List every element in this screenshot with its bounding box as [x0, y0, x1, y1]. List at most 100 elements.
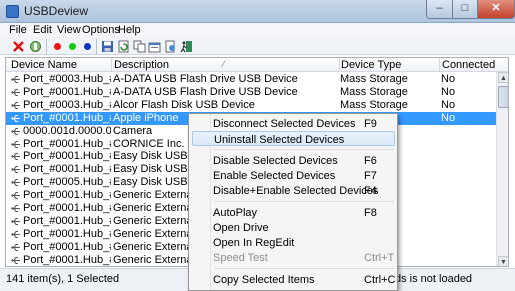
connected-cell: No	[441, 111, 456, 124]
disconnect-icon[interactable]	[29, 40, 42, 53]
menu-separator	[214, 268, 394, 269]
connected-cell	[441, 138, 491, 151]
usb-device-icon	[11, 114, 20, 122]
column-connected[interactable]: Connected	[442, 59, 495, 71]
menu-edit[interactable]: Edit	[33, 24, 52, 36]
connected-cell: No	[441, 98, 456, 111]
column-description[interactable]: Description	[114, 59, 169, 71]
usb-device-icon	[11, 179, 20, 187]
menu-item-shortcut: Ctrl+T	[364, 252, 395, 264]
device-name-cell: Port_#0001.Hub_#0007	[23, 150, 111, 163]
menu-item-shortcut: F8	[364, 207, 377, 219]
usb-device-icon	[11, 127, 20, 135]
toolbar-separator	[46, 39, 47, 54]
scroll-up-arrow-icon[interactable]: ▲	[498, 72, 508, 83]
menu-item-label: Copy Selected Items	[213, 274, 315, 286]
description-cell: Alcor Flash Disk USB Device	[113, 98, 255, 111]
usb-device-icon	[11, 192, 20, 200]
close-button[interactable]: ✕	[477, 0, 515, 19]
menu-item-label: Disable Selected Devices	[213, 155, 338, 167]
save-icon[interactable]	[101, 40, 114, 53]
usb-device-icon	[11, 75, 20, 84]
device-name-cell: Port_#0001.Hub_#0007	[23, 202, 111, 214]
column-divider[interactable]	[111, 58, 112, 72]
connected-cell	[441, 125, 491, 138]
connected-cell	[441, 241, 491, 254]
status-item-count: 141 item(s), 1 Selected	[6, 273, 120, 285]
column-divider[interactable]	[439, 58, 440, 72]
context-menu-item-uninstall-selected-devices[interactable]: Uninstall Selected Devices	[192, 131, 395, 146]
green-dot-icon[interactable]	[66, 40, 79, 53]
context-menu-item-disconnect-selected-devices[interactable]: Disconnect Selected Devices F9	[192, 116, 395, 131]
context-menu-item-disable-enable-selected-devices[interactable]: Disable+Enable Selected Devices F4	[192, 183, 395, 198]
device-name-cell: Port_#0001.Hub_#0007	[23, 111, 111, 124]
connected-cell	[441, 189, 491, 202]
device-type-cell: Mass Storage	[340, 98, 408, 111]
blue-dot-icon[interactable]	[81, 40, 94, 53]
scroll-thumb[interactable]	[498, 86, 508, 108]
device-name-cell: Port_#0001.Hub_#0007	[23, 253, 111, 266]
delete-x-icon[interactable]	[12, 40, 25, 53]
usb-device-icon	[11, 243, 20, 251]
menu-item-shortcut: Ctrl+C	[364, 274, 396, 286]
context-menu-item-enable-selected-devices[interactable]: Enable Selected Devices F7	[192, 168, 395, 183]
device-row[interactable]: Port_#0001.Hub_#0007A-DATA USB Flash Dri…	[6, 86, 496, 99]
context-menu-item-html-report-all-items[interactable]: HTML Report - All Items	[192, 287, 395, 290]
menu-item-label: Uninstall Selected Devices	[214, 134, 345, 146]
menu-item-label: Open In RegEdit	[213, 237, 295, 249]
context-menu-item-disable-selected-devices[interactable]: Disable Selected Devices F6	[192, 153, 395, 168]
menu-item-label: AutoPlay	[213, 207, 258, 219]
device-row[interactable]: Port_#0003.Hub_#0007A-DATA USB Flash Dri…	[6, 73, 496, 86]
red-dot-icon[interactable]	[51, 40, 64, 53]
menu-item-shortcut: F6	[364, 155, 377, 167]
menu-help[interactable]: Help	[118, 24, 141, 36]
window-title: USBDeview	[24, 4, 89, 18]
column-device-type[interactable]: Device Type	[341, 59, 401, 71]
minimize-button[interactable]: –	[426, 0, 453, 19]
description-cell: A-DATA USB Flash Drive USB Device	[113, 73, 298, 85]
column-divider[interactable]	[339, 58, 340, 72]
copy-icon[interactable]	[133, 40, 146, 53]
connected-cell: No	[441, 73, 456, 85]
vertical-scrollbar[interactable]: ▲ ▼	[496, 72, 508, 266]
exit-icon[interactable]	[180, 40, 193, 53]
menu-item-label: Speed Test	[213, 252, 268, 264]
refresh-icon[interactable]	[117, 40, 130, 53]
menu-separator	[214, 149, 394, 150]
properties-icon[interactable]	[148, 40, 161, 53]
menu-options[interactable]: Options	[82, 24, 120, 36]
device-name-cell: Port_#0001.Hub_#0007	[23, 137, 111, 150]
html-report-icon[interactable]	[164, 40, 177, 53]
connected-cell	[441, 176, 491, 189]
context-menu-item-open-in-regedit[interactable]: Open In RegEdit	[192, 235, 395, 250]
device-name-cell: Port_#0001.Hub_#0007	[23, 240, 111, 253]
menu-file[interactable]: File	[9, 24, 27, 36]
scroll-down-arrow-icon[interactable]: ▼	[498, 256, 508, 266]
context-menu: Disconnect Selected Devices F9 Uninstall S…	[188, 113, 398, 291]
context-menu-item-copy-selected-items[interactable]: Copy Selected Items Ctrl+C	[192, 272, 395, 287]
usb-device-icon	[11, 140, 20, 148]
connected-cell	[441, 150, 491, 163]
toolbar	[0, 37, 515, 55]
context-menu-item-autoplay[interactable]: AutoPlay F8	[192, 205, 395, 220]
usb-device-icon	[11, 101, 20, 109]
column-device-name[interactable]: Device Name	[11, 59, 77, 71]
context-menu-item-open-drive[interactable]: Open Drive	[192, 220, 395, 235]
device-type-cell: Mass Storage	[340, 85, 408, 98]
menu-item-shortcut: F7	[364, 170, 377, 182]
device-name-cell: Port_#0001.Hub_#0007	[23, 189, 111, 202]
menu-item-label: Open Drive	[213, 222, 269, 234]
context-menu-item-speed-test: Speed Test Ctrl+T	[192, 250, 395, 265]
usb-device-icon	[11, 230, 20, 238]
device-row[interactable]: Port_#0003.Hub_#0007Alcor Flash Disk USB…	[6, 99, 496, 112]
device-type-cell: Mass Storage	[340, 73, 408, 85]
column-header: Device Name Description ⁄ Device Type Co…	[6, 58, 508, 72]
description-cell: A-DATA USB Flash Drive USB Device	[113, 85, 298, 98]
device-name-cell: Port_#0001.Hub_#0007	[23, 85, 111, 98]
menu-item-label: Disable+Enable Selected Devices	[213, 185, 379, 197]
menu-view[interactable]: View	[57, 24, 81, 36]
usb-device-icon	[11, 204, 20, 213]
connected-cell	[441, 215, 491, 228]
device-name-cell: Port_#0001.Hub_#0007	[23, 214, 111, 227]
maximize-button[interactable]: □	[452, 0, 478, 19]
